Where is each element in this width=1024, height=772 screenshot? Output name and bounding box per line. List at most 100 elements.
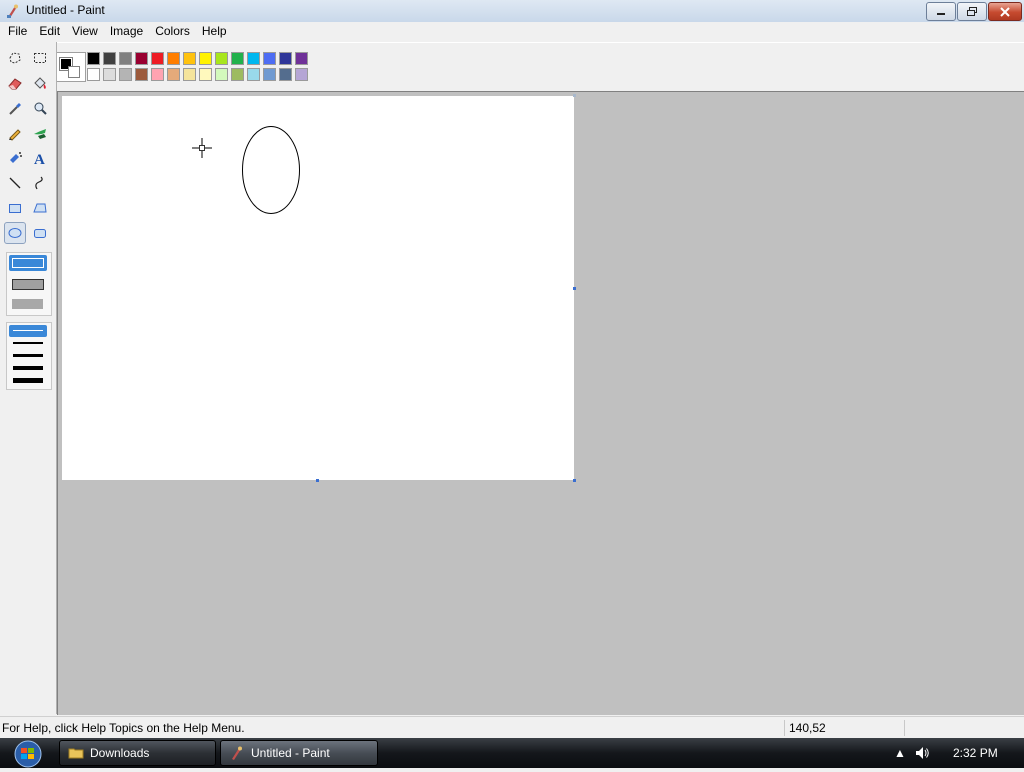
taskbar-button-label: Untitled - Paint: [251, 746, 330, 760]
color-swatch[interactable]: [183, 52, 196, 65]
eyedropper-icon: [9, 103, 21, 115]
workspace[interactable]: [57, 91, 1024, 715]
tool-rounded-rectangle[interactable]: [29, 222, 51, 244]
color-swatch[interactable]: [103, 52, 116, 65]
fill-option-outline-fill[interactable]: [12, 279, 44, 290]
restore-button[interactable]: [957, 2, 987, 21]
taskbar: Downloads Untitled - Paint ▲ 2:32 PM: [0, 738, 1024, 768]
line-width-4[interactable]: [13, 366, 43, 370]
rectangle-icon: [9, 204, 21, 213]
tool-polygon[interactable]: [29, 197, 51, 219]
line-width-options: [6, 322, 52, 390]
tool-free-select[interactable]: [4, 47, 26, 69]
color-swatch[interactable]: [263, 52, 276, 65]
status-bar: For Help, click Help Topics on the Help …: [0, 716, 1024, 739]
color-swatch[interactable]: [215, 68, 228, 81]
color-swatch[interactable]: [231, 52, 244, 65]
tool-rect-select[interactable]: [29, 47, 51, 69]
tool-curve[interactable]: [29, 172, 51, 194]
windows-logo-icon: [14, 740, 42, 768]
color-swatch[interactable]: [295, 68, 308, 81]
menu-file[interactable]: File: [0, 22, 33, 41]
color-swatch[interactable]: [231, 68, 244, 81]
color-swatch[interactable]: [247, 52, 260, 65]
color-swatch[interactable]: [199, 68, 212, 81]
color-swatch[interactable]: [247, 68, 260, 81]
color-swatch[interactable]: [151, 68, 164, 81]
color-swatch[interactable]: [263, 68, 276, 81]
resize-handle-bottom[interactable]: [316, 479, 319, 482]
fill-option-outline[interactable]: [9, 255, 47, 271]
color-swatch[interactable]: [87, 52, 100, 65]
airbrush-icon: [10, 152, 22, 163]
color-swatch[interactable]: [167, 52, 180, 65]
toolbox: A: [0, 42, 57, 714]
color-swatch[interactable]: [199, 52, 212, 65]
paint-app-icon: [7, 4, 18, 18]
tool-ellipse[interactable]: [4, 222, 26, 244]
color-swatch[interactable]: [119, 52, 132, 65]
tool-text[interactable]: A: [29, 147, 51, 169]
tool-magnifier[interactable]: [29, 97, 51, 119]
color-swatch[interactable]: [135, 68, 148, 81]
rounded-rectangle-icon: [34, 229, 46, 238]
color-swatch[interactable]: [151, 52, 164, 65]
menu-colors[interactable]: Colors: [149, 22, 196, 41]
fill-bucket-icon: [34, 77, 46, 89]
fill-option-fill[interactable]: [12, 299, 43, 309]
menu-help[interactable]: Help: [196, 22, 233, 41]
close-icon: [1000, 6, 1010, 17]
color-swatch[interactable]: [135, 52, 148, 65]
tool-pencil[interactable]: [4, 122, 26, 144]
color-swatch[interactable]: [87, 68, 100, 81]
line-width-1[interactable]: [9, 325, 47, 337]
color-swatch[interactable]: [119, 68, 132, 81]
color-swatch[interactable]: [167, 68, 180, 81]
svg-text:A: A: [34, 152, 45, 166]
color-swatch[interactable]: [183, 68, 196, 81]
color-swatch[interactable]: [279, 68, 292, 81]
line-width-5[interactable]: [13, 378, 43, 383]
tool-fill[interactable]: [29, 72, 51, 94]
menu-edit[interactable]: Edit: [33, 22, 66, 41]
tool-airbrush[interactable]: [4, 147, 26, 169]
color-swatch[interactable]: [279, 52, 292, 65]
fill-style-options: [6, 252, 52, 316]
menu-view[interactable]: View: [66, 22, 104, 41]
line-width-2[interactable]: [13, 342, 43, 344]
brush-icon: [34, 129, 46, 139]
minimize-button[interactable]: [926, 2, 956, 21]
start-button[interactable]: [4, 739, 44, 769]
rect-select-icon: [34, 53, 46, 63]
folder-icon: [68, 748, 84, 759]
title-bar[interactable]: Untitled - Paint: [0, 0, 1024, 23]
color-swatch[interactable]: [215, 52, 228, 65]
clock[interactable]: 2:32 PM: [953, 746, 998, 760]
menu-image[interactable]: Image: [104, 22, 149, 41]
close-button[interactable]: [988, 2, 1022, 21]
volume-icon[interactable]: [914, 745, 930, 761]
tool-eraser[interactable]: [4, 72, 26, 94]
show-hidden-icons[interactable]: ▲: [894, 746, 906, 760]
status-separator: [784, 720, 785, 736]
color-swatch[interactable]: [295, 52, 308, 65]
color-swatch[interactable]: [103, 68, 116, 81]
minimize-icon: [937, 12, 945, 15]
tool-line[interactable]: [4, 172, 26, 194]
drawing-canvas[interactable]: [62, 96, 574, 480]
window-title: Untitled - Paint: [26, 3, 105, 17]
drawn-ellipse: [242, 126, 300, 214]
line-width-3[interactable]: [13, 354, 43, 357]
current-colors[interactable]: [56, 52, 86, 82]
color-palette-bar: [0, 42, 1024, 91]
magnifier-icon: [34, 102, 47, 115]
polygon-icon: [33, 203, 47, 213]
tool-brush[interactable]: [29, 122, 51, 144]
resize-handle-right[interactable]: [573, 287, 576, 290]
resize-handle-corner[interactable]: [573, 479, 576, 482]
tool-rectangle[interactable]: [4, 197, 26, 219]
taskbar-paint[interactable]: Untitled - Paint: [220, 740, 378, 766]
background-color[interactable]: [68, 66, 80, 78]
tool-pick-color[interactable]: [4, 97, 26, 119]
taskbar-downloads[interactable]: Downloads: [59, 740, 216, 766]
